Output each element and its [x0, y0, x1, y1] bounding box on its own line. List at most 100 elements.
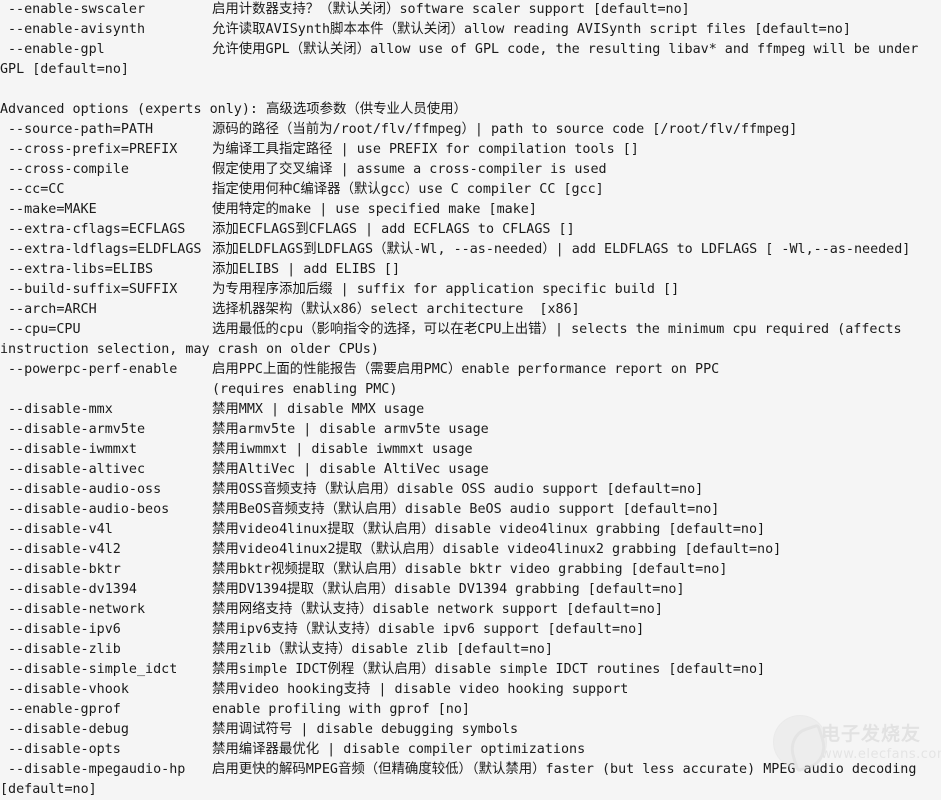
option-flag: --source-path=PATH: [8, 122, 154, 137]
option-description: 为编译工具指定路径 | use PREFIX for compilation t…: [212, 142, 639, 157]
option-flag: --extra-ldflags=ELDFLAGS: [8, 242, 202, 257]
option-flag: --disable-opts: [8, 742, 121, 757]
option-line: --disable-bktr 禁用bktr视频提取（默认启用）disable bk…: [0, 560, 941, 580]
line-text: Advanced options (experts only): 高级选项参数（…: [0, 102, 467, 117]
option-description: 添加ELDFLAGS到LDFLAGS（默认-Wl, --as-needed）| …: [212, 242, 911, 257]
option-line: --disable-mpegaudio-hp 启用更快的解码MPEG音频（但精确度…: [0, 760, 941, 780]
option-line: --build-suffix=SUFFIX 为专用程序添加后缀 | suffix …: [0, 280, 941, 300]
option-line: --disable-network 禁用网络支持（默认支持）disable net…: [0, 600, 941, 620]
option-description: 禁用调试符号 | disable debugging symbols: [212, 722, 519, 737]
wrapped-text-line: [default=no]: [0, 780, 941, 800]
option-description: 禁用video4linux提取（默认启用）disable video4linux…: [212, 522, 766, 537]
option-line: --extra-ldflags=ELDFLAGS 添加ELDFLAGS到LDFLA…: [0, 240, 941, 260]
option-line: --cross-compile 假定使用了交叉编译 | assume a cros…: [0, 160, 941, 180]
option-line: --arch=ARCH 选择机器架构（默认x86）select architect…: [0, 300, 941, 320]
option-line: --extra-cflags=ECFLAGS 添加ECFLAGS到CFLAGS |…: [0, 220, 941, 240]
option-flag: --build-suffix=SUFFIX: [8, 282, 178, 297]
option-line: --enable-avisynth 允许读取AVISynth脚本本件（默认关闭）a…: [0, 20, 941, 40]
option-flag: --enable-swscaler: [8, 2, 146, 17]
terminal-output: --enable-swscaler 启用计数器支持？（默认关闭）software …: [0, 0, 941, 797]
option-line: --disable-audio-oss 禁用OSS音频支持（默认启用）disabl…: [0, 480, 941, 500]
option-line: --disable-opts 禁用编译器最优化 | disable compile…: [0, 740, 941, 760]
option-description: 启用PPC上面的性能报告（需要启用PMC）enable performance …: [212, 362, 720, 377]
option-line: --enable-gpl 允许使用GPL（默认关闭）allow use of GP…: [0, 40, 941, 60]
line-text: GPL [default=no]: [0, 62, 129, 77]
option-flag: --enable-avisynth: [8, 22, 146, 37]
wrapped-text-line: Advanced options (experts only): 高级选项参数（…: [0, 100, 941, 120]
option-line: --cross-prefix=PREFIX 为编译工具指定路径 | use PRE…: [0, 140, 941, 160]
option-description: 添加ELIBS | add ELIBS []: [212, 262, 401, 277]
wrapped-text-line: GPL [default=no]: [0, 60, 941, 80]
option-flag: --disable-v4l: [8, 522, 113, 537]
option-flag: --disable-altivec: [8, 462, 146, 477]
option-description: 禁用video hooking支持 | disable video hookin…: [212, 682, 629, 697]
option-flag: --disable-armv5te: [8, 422, 146, 437]
option-description: 启用更快的解码MPEG音频（但精确度较低）（默认禁用）faster (but l…: [212, 762, 917, 777]
option-description: enable profiling with gprof [no]: [212, 702, 470, 717]
option-line: --enable-gprof enable profiling with gpro…: [0, 700, 941, 720]
option-line: --source-path=PATH 源码的路径（当前为/root/flv/ffm…: [0, 120, 941, 140]
option-line: --powerpc-perf-enable 启用PPC上面的性能报告（需要启用PM…: [0, 360, 941, 380]
option-flag: --extra-libs=ELIBS: [8, 262, 154, 277]
option-description: 禁用网络支持（默认支持）disable network support [def…: [212, 602, 663, 617]
option-flag: --disable-v4l2: [8, 542, 121, 557]
option-flag: --enable-gprof: [8, 702, 121, 717]
option-line: --disable-zlib 禁用zlib（默认支持）disable zlib […: [0, 640, 941, 660]
option-line: --cc=CC 指定使用何种C编译器（默认gcc）use C compiler C…: [0, 180, 941, 200]
option-flag: --disable-mmx: [8, 402, 113, 417]
wrapped-text-line: instruction selection, may crash on olde…: [0, 340, 941, 360]
option-flag: --cross-prefix=PREFIX: [8, 142, 178, 157]
option-description: 允许读取AVISynth脚本本件（默认关闭）allow reading AVIS…: [212, 22, 851, 37]
option-description: 禁用DV1394提取（默认启用）disable DV1394 grabbing …: [212, 582, 685, 597]
option-line: --disable-dv1394 禁用DV1394提取（默认启用）disable …: [0, 580, 941, 600]
option-description: 禁用ipv6支持（默认支持）disable ipv6 support [defa…: [212, 622, 645, 637]
option-description: 指定使用何种C编译器（默认gcc）use C compiler CC [gcc]: [212, 182, 604, 197]
option-description: 允许使用GPL（默认关闭）allow use of GPL code, the …: [212, 42, 919, 57]
option-description: (requires enabling PMC): [212, 382, 398, 397]
option-flag: --cc=CC: [8, 182, 65, 197]
option-line: --disable-vhook 禁用video hooking支持 | disab…: [0, 680, 941, 700]
option-line: --disable-mmx 禁用MMX | disable MMX usage: [0, 400, 941, 420]
option-description: 添加ECFLAGS到CFLAGS | add ECFLAGS to CFLAGS…: [212, 222, 575, 237]
option-line: --disable-armv5te 禁用armv5te | disable arm…: [0, 420, 941, 440]
option-flag: --disable-audio-beos: [8, 502, 170, 517]
option-flag: --cpu=CPU: [8, 322, 81, 337]
option-flag: --arch=ARCH: [8, 302, 97, 317]
option-description: 禁用MMX | disable MMX usage: [212, 402, 425, 417]
option-description: 为专用程序添加后缀 | suffix for application speci…: [212, 282, 680, 297]
option-description: 使用特定的make | use specified make [make]: [212, 202, 537, 217]
option-flag: --disable-bktr: [8, 562, 121, 577]
option-line: --make=MAKE 使用特定的make | use specified mak…: [0, 200, 941, 220]
option-flag: --make=MAKE: [8, 202, 97, 217]
option-flag: --disable-iwmmxt: [8, 442, 137, 457]
option-line: --cpu=CPU 选用最低的cpu（影响指令的选择，可以在老CPU上出错）| s…: [0, 320, 941, 340]
option-flag: --disable-zlib: [8, 642, 121, 657]
option-description: 源码的路径（当前为/root/flv/ffmpeg）| path to sour…: [212, 122, 798, 137]
option-line: --extra-libs=ELIBS 添加ELIBS | add ELIBS []: [0, 260, 941, 280]
option-line: --disable-debug 禁用调试符号 | disable debuggin…: [0, 720, 941, 740]
option-flag: --disable-ipv6: [8, 622, 121, 637]
option-description: 禁用编译器最优化 | disable compiler optimization…: [212, 742, 586, 757]
option-description: 禁用OSS音频支持（默认启用）disable OSS audio support…: [212, 482, 704, 497]
option-flag: --disable-audio-oss: [8, 482, 162, 497]
option-description: 禁用armv5te | disable armv5te usage: [212, 422, 489, 437]
option-description: 禁用AltiVec | disable AltiVec usage: [212, 462, 489, 477]
option-description: 禁用simple IDCT例程（默认启用）disable simple IDCT…: [212, 662, 766, 677]
option-description: 禁用BeOS音频支持（默认启用）disable BeOS audio suppo…: [212, 502, 720, 517]
option-flag: --disable-dv1394: [8, 582, 137, 597]
option-description: 选择机器架构（默认x86）select architecture [x86]: [212, 302, 580, 317]
option-line: --disable-iwmmxt 禁用iwmmxt | disable iwmmx…: [0, 440, 941, 460]
option-flag: --cross-compile: [8, 162, 129, 177]
option-description: 禁用video4linux2提取（默认启用）disable video4linu…: [212, 542, 782, 557]
option-flag: --disable-mpegaudio-hp: [8, 762, 186, 777]
option-description: 假定使用了交叉编译 | assume a cross-compiler is u…: [212, 162, 607, 177]
option-flag: --extra-cflags=ECFLAGS: [8, 222, 186, 237]
option-description: 禁用iwmmxt | disable iwmmxt usage: [212, 442, 473, 457]
option-line: --disable-simple_idct 禁用simple IDCT例程（默认启…: [0, 660, 941, 680]
help-text-lines: --enable-swscaler 启用计数器支持？（默认关闭）software …: [0, 0, 941, 800]
option-line: --disable-ipv6 禁用ipv6支持（默认支持）disable ipv6…: [0, 620, 941, 640]
option-line: --disable-v4l 禁用video4linux提取（默认启用）disabl…: [0, 520, 941, 540]
option-flag: --disable-debug: [8, 722, 129, 737]
option-description: 禁用zlib（默认支持）disable zlib [default=no]: [212, 642, 553, 657]
